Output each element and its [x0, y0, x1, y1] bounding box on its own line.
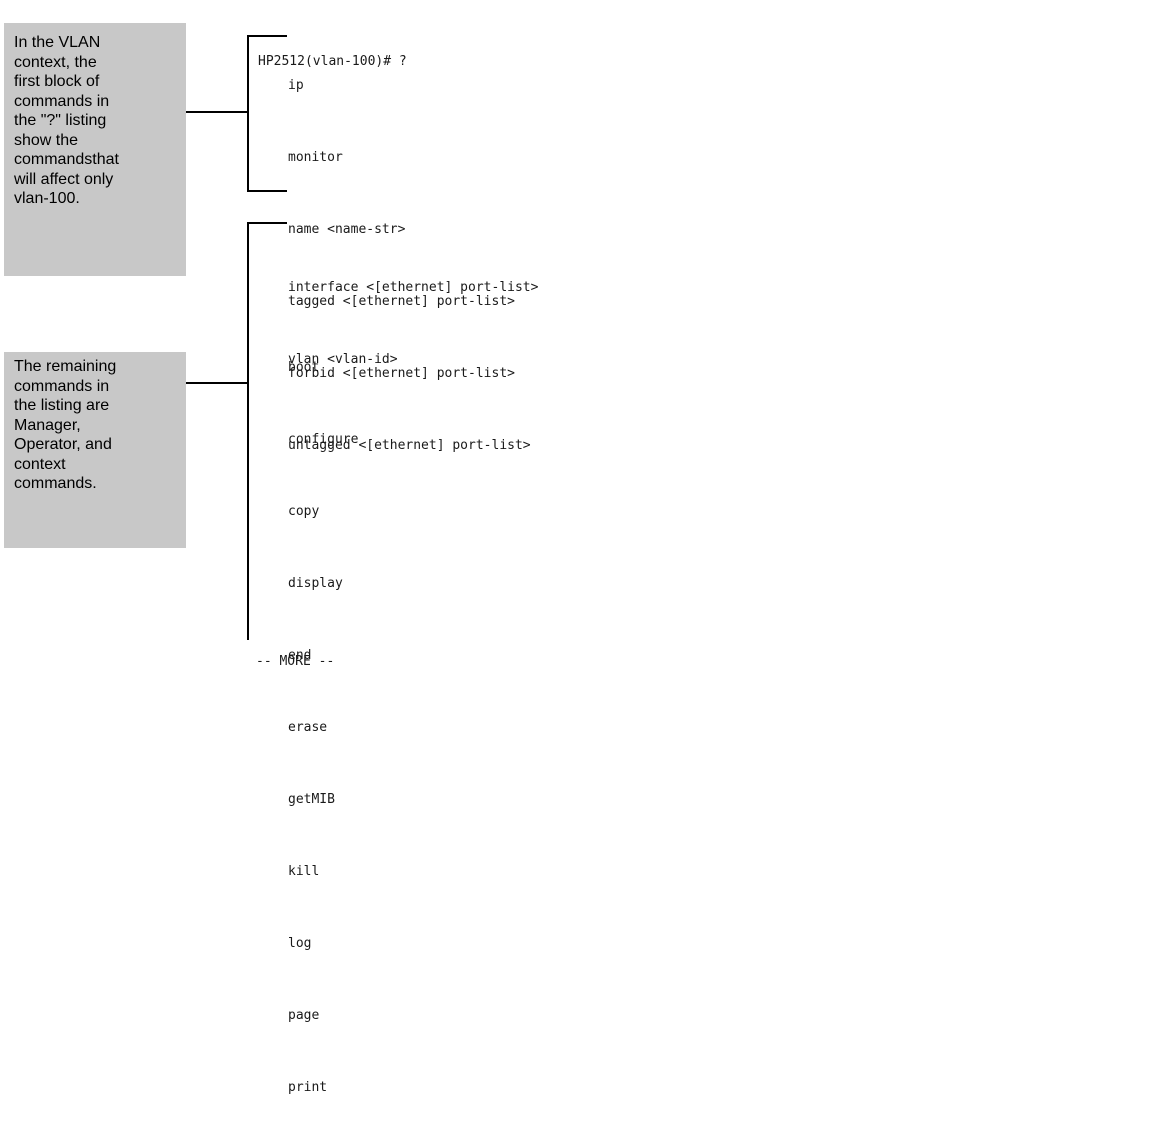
cli-command: print — [288, 1080, 328, 1095]
cli-command: configure — [288, 432, 359, 447]
cli-command: monitor — [288, 150, 343, 165]
bracket-2-vertical — [247, 222, 249, 640]
cli-manager-commands: boot configure copy display end erase ge… — [288, 308, 358, 1124]
cli-command: kill — [288, 864, 320, 879]
cli-command: display — [288, 576, 343, 591]
bracket-2-leader — [186, 382, 249, 384]
cli-more: -- MORE -- — [256, 602, 334, 698]
cli-command: erase — [288, 720, 328, 735]
bracket-2-top-tick — [247, 222, 287, 224]
cli-command: interface <[ethernet] port-list> — [288, 280, 539, 295]
cli-command: copy — [288, 504, 320, 519]
cli-command: page — [288, 1008, 320, 1023]
cli-command: getMIB — [288, 792, 335, 807]
bracket-1-leader — [186, 111, 249, 113]
cli-more-prompt: -- MORE -- — [256, 654, 335, 669]
cli-command: log — [288, 936, 312, 951]
cli-command: boot — [288, 360, 320, 375]
callout-vlan-commands: In the VLAN context, the first block of … — [4, 23, 186, 276]
callout-vlan-commands-text: In the VLAN context, the first block of … — [14, 34, 119, 207]
callout-remaining-commands-text: The remaining commands in the listing ar… — [14, 358, 117, 492]
cli-command: ip — [288, 78, 304, 93]
callout-remaining-commands: The remaining commands in the listing ar… — [4, 352, 186, 548]
bracket-1-bottom-tick — [247, 190, 287, 192]
bracket-1-vertical — [247, 35, 249, 192]
